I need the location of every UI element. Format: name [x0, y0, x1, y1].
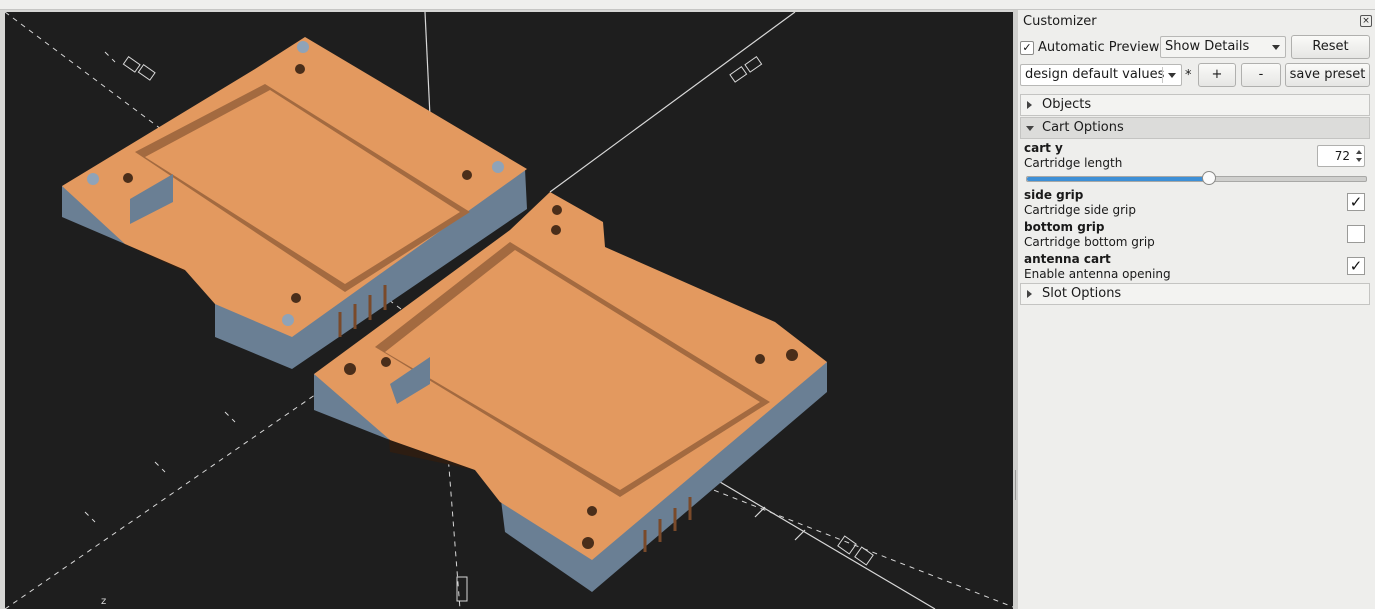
chevron-right-icon	[1027, 101, 1032, 109]
z-axis-label: z	[101, 596, 106, 607]
chevron-down-icon	[1272, 45, 1280, 50]
bottom-grip-checkbox[interactable]	[1347, 225, 1365, 243]
customizer-title: Customizer	[1023, 14, 1097, 29]
spin-up-icon[interactable]	[1356, 150, 1362, 154]
spin-down-icon[interactable]	[1356, 158, 1362, 162]
preset-select[interactable]: design default values	[1020, 64, 1182, 86]
group-slot-options[interactable]: Slot Options	[1020, 283, 1370, 305]
automatic-preview-label: Automatic Preview	[1038, 40, 1160, 55]
details-select[interactable]: Show Details	[1160, 36, 1286, 58]
cart-y-slider-fill	[1027, 177, 1209, 181]
cart-y-value: 72	[1334, 149, 1350, 163]
side-grip-checkbox[interactable]: ✓	[1347, 193, 1365, 211]
customizer-panel: Customizer × ✓ Automatic Preview Show De…	[1018, 10, 1375, 609]
group-cart-options[interactable]: Cart Options	[1020, 117, 1370, 139]
automatic-preview-checkbox[interactable]: ✓	[1020, 41, 1034, 55]
cart-y-spinbox[interactable]: 72	[1317, 145, 1365, 167]
add-preset-button[interactable]: +	[1198, 63, 1236, 87]
group-cart-options-label: Cart Options	[1042, 120, 1124, 135]
param-bottom-grip-name: bottom grip	[1024, 220, 1105, 234]
modified-marker: *	[1185, 68, 1192, 83]
chevron-right-icon	[1027, 290, 1032, 298]
save-preset-button[interactable]: save preset	[1285, 63, 1370, 87]
model-render: z	[5, 12, 1013, 609]
group-slot-options-label: Slot Options	[1042, 286, 1122, 301]
group-objects-label: Objects	[1042, 97, 1092, 112]
param-cart-y-desc: Cartridge length	[1024, 156, 1123, 170]
param-bottom-grip-desc: Cartridge bottom grip	[1024, 235, 1155, 249]
chevron-down-icon	[1026, 126, 1034, 131]
top-toolbar-edge	[0, 0, 1375, 10]
close-icon[interactable]: ×	[1360, 15, 1372, 27]
reset-button[interactable]: Reset	[1291, 35, 1370, 59]
param-side-grip-name: side grip	[1024, 188, 1084, 202]
param-cart-y-name: cart y	[1024, 141, 1063, 155]
group-objects[interactable]: Objects	[1020, 94, 1370, 116]
param-antenna-cart-name: antenna cart	[1024, 252, 1111, 266]
remove-preset-button[interactable]: -	[1241, 63, 1281, 87]
3d-viewport[interactable]: z	[5, 12, 1013, 609]
antenna-cart-checkbox[interactable]: ✓	[1347, 257, 1365, 275]
chevron-down-icon	[1168, 73, 1176, 78]
param-side-grip-desc: Cartridge side grip	[1024, 203, 1136, 217]
preset-select-value: design default values	[1025, 67, 1165, 82]
param-antenna-cart-desc: Enable antenna opening	[1024, 267, 1171, 281]
cart-y-slider-handle[interactable]	[1202, 171, 1217, 185]
details-select-value: Show Details	[1165, 39, 1250, 54]
cart-y-slider[interactable]	[1026, 171, 1367, 185]
